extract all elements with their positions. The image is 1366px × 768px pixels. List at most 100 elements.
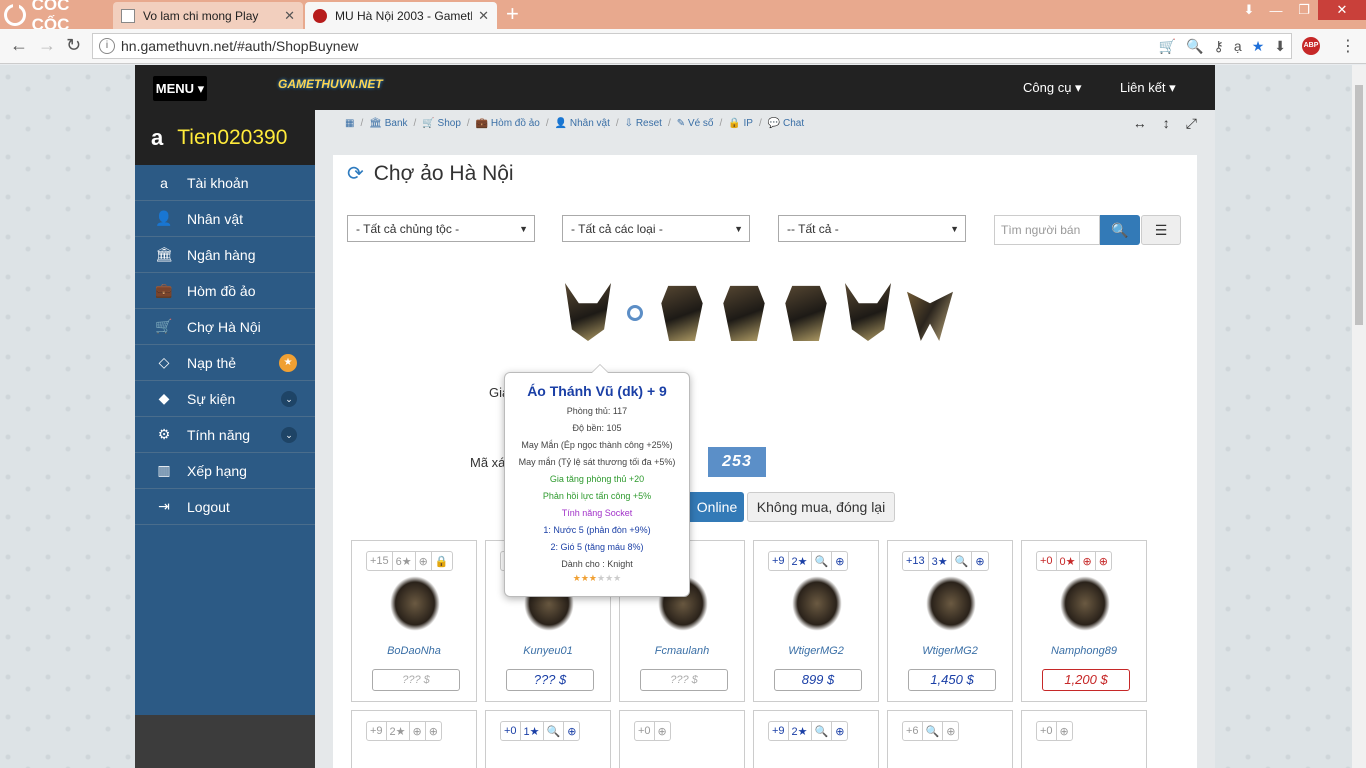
- item-card-action-icon[interactable]: 🔍: [923, 722, 944, 740]
- close-window-icon[interactable]: ✕: [1318, 0, 1366, 20]
- browser-tab-1[interactable]: Vo lam chi mong Play ✕: [113, 2, 303, 29]
- seller-name[interactable]: WtigerMG2: [754, 645, 878, 657]
- sidebar-item-market[interactable]: 🛒 Chợ Hà Nội: [135, 309, 315, 345]
- item-card-action-icon[interactable]: 🔒: [432, 552, 452, 570]
- item-card-action-icon[interactable]: ⊕: [655, 722, 670, 740]
- item-card[interactable]: +15 6★ ⊕ 🔒 BoDaoNha ??? $: [351, 540, 477, 702]
- item-image[interactable]: [792, 576, 842, 631]
- item-card-action-icon[interactable]: ⊕: [1096, 552, 1111, 570]
- item-gloves[interactable]: [783, 283, 829, 341]
- tools-dropdown[interactable]: Công cụ ▾: [1023, 80, 1082, 96]
- breadcrumb-reset[interactable]: ⇩ Reset: [625, 118, 662, 129]
- browser-menu-icon[interactable]: ⋮: [1340, 36, 1356, 56]
- adblock-icon[interactable]: ABP: [1302, 37, 1320, 55]
- sidebar-item-features[interactable]: ⚙ Tính năng ⌄: [135, 417, 315, 453]
- cancel-button[interactable]: Không mua, đóng lại: [747, 492, 895, 522]
- item-card-action-icon[interactable]: 🔍: [544, 722, 565, 740]
- item-card[interactable]: +9 2★ 🔍 ⊕ WtigerMG2 899 $: [753, 540, 879, 702]
- seller-search-input[interactable]: Tìm người bán: [994, 215, 1100, 245]
- item-price[interactable]: ??? $: [506, 669, 594, 691]
- item-price[interactable]: 899 $: [774, 669, 862, 691]
- maximize-icon[interactable]: ❐: [1290, 0, 1318, 20]
- item-card-action-icon[interactable]: 🔍: [952, 552, 973, 570]
- links-dropdown[interactable]: Liên kết ▾: [1120, 80, 1176, 96]
- minimize-icon[interactable]: —: [1262, 0, 1290, 20]
- close-tab-icon[interactable]: ✕: [478, 8, 489, 24]
- item-card[interactable]: +0 1★ 🔍 ⊕: [485, 710, 611, 768]
- item-card[interactable]: +13 3★ 🔍 ⊕ WtigerMG2 1,450 $: [887, 540, 1013, 702]
- item-card[interactable]: +0 0★ ⊕ ⊕ Namphong89 1,200 $: [1021, 540, 1147, 702]
- seller-name[interactable]: Kunyeu01: [486, 645, 610, 657]
- item-card-action-icon[interactable]: 3★: [929, 552, 952, 570]
- item-card-action-icon[interactable]: ⊕: [410, 722, 426, 740]
- item-price[interactable]: ??? $: [640, 669, 728, 691]
- item-helm[interactable]: [907, 283, 953, 341]
- item-card-action-icon[interactable]: 6★: [393, 552, 416, 570]
- reload-icon[interactable]: ↻: [66, 35, 81, 56]
- breadcrumb-lottery[interactable]: ✎ Vé số: [677, 118, 714, 129]
- item-ring[interactable]: [627, 305, 643, 321]
- item-card-action-icon[interactable]: 2★: [387, 722, 410, 740]
- item-card-action-icon[interactable]: ⊕: [416, 552, 432, 570]
- item-card-action-icon[interactable]: ⊕: [832, 722, 847, 740]
- shopping-cart-icon[interactable]: 🛒: [1159, 38, 1176, 55]
- zoom-icon[interactable]: 🔍: [1186, 38, 1203, 55]
- item-card-action-icon[interactable]: 🔍: [812, 552, 833, 570]
- item-boots[interactable]: [845, 283, 891, 341]
- item-armor-large[interactable]: [565, 283, 611, 341]
- sidebar-item-vault[interactable]: 💼 Hòm đồ ảo: [135, 273, 315, 309]
- item-image[interactable]: [1060, 576, 1110, 631]
- item-price[interactable]: 1,200 $: [1042, 669, 1130, 691]
- sidebar-item-character[interactable]: 👤 Nhân vật: [135, 201, 315, 237]
- item-card[interactable]: +0 ⊕: [619, 710, 745, 768]
- item-card-action-icon[interactable]: ⊕: [564, 722, 579, 740]
- buy-button[interactable]: Online: [690, 492, 744, 522]
- seller-name[interactable]: WtigerMG2: [888, 645, 1012, 657]
- item-card-action-icon[interactable]: 1★: [521, 722, 544, 740]
- breadcrumb-character[interactable]: 👤 Nhân vật: [555, 118, 610, 129]
- breadcrumb-ip[interactable]: 🔒 IP: [728, 118, 753, 129]
- download-window-icon[interactable]: ⬇: [1236, 0, 1262, 20]
- item-card-action-icon[interactable]: ⊕: [1080, 552, 1096, 570]
- item-card-action-icon[interactable]: 0★: [1057, 552, 1080, 570]
- breadcrumb-chat[interactable]: 💬 Chat: [768, 118, 804, 129]
- seller-name[interactable]: BoDaoNha: [352, 645, 476, 657]
- refresh-icon[interactable]: ⟳: [347, 161, 364, 186]
- item-price[interactable]: ??? $: [372, 669, 460, 691]
- sidebar-item-bank[interactable]: 🏛 Ngân hàng: [135, 237, 315, 273]
- site-logo[interactable]: MU GAMETHUVN.NET: [278, 69, 383, 94]
- item-card[interactable]: +0 ⊕: [1021, 710, 1147, 768]
- calendar-icon[interactable]: ▦: [345, 118, 354, 129]
- sidebar-item-logout[interactable]: ⇥ Logout: [135, 489, 315, 525]
- item-card-action-icon[interactable]: ⊕: [426, 722, 441, 740]
- menu-button[interactable]: MENU ▾: [153, 76, 207, 101]
- type-filter-select[interactable]: - Tất cả các loại - ▼: [562, 215, 750, 242]
- chevron-down-icon[interactable]: ⌄: [281, 426, 297, 443]
- forward-icon[interactable]: →: [38, 35, 56, 56]
- item-card[interactable]: +9 2★ ⊕ ⊕: [351, 710, 477, 768]
- item-image[interactable]: [926, 576, 976, 631]
- fullscreen-icon[interactable]: ⤢: [1186, 115, 1197, 132]
- sidebar-item-account[interactable]: a Tài khoản: [135, 165, 315, 201]
- item-card[interactable]: +6 🔍 ⊕: [887, 710, 1013, 768]
- item-card[interactable]: +9 2★ 🔍 ⊕: [753, 710, 879, 768]
- breadcrumb-vault[interactable]: 💼 Hòm đồ ảo: [476, 118, 540, 129]
- item-card-action-icon[interactable]: 2★: [789, 552, 812, 570]
- scrollbar[interactable]: [1352, 65, 1366, 768]
- close-tab-icon[interactable]: ✕: [284, 8, 295, 24]
- expand-vertical-icon[interactable]: ↕: [1163, 115, 1170, 132]
- browser-tab-2[interactable]: MU Hà Nội 2003 - Gamethuvn ✕: [305, 2, 497, 29]
- race-filter-select[interactable]: - Tất cả chủng tộc - ▼: [347, 215, 535, 242]
- back-icon[interactable]: ←: [10, 35, 28, 56]
- scrollbar-thumb[interactable]: [1355, 85, 1363, 325]
- all-filter-select[interactable]: -- Tất cả - ▼: [778, 215, 966, 242]
- sidebar-item-ranking[interactable]: ▥ Xếp hạng: [135, 453, 315, 489]
- expand-horizontal-icon[interactable]: ↔: [1133, 115, 1147, 132]
- url-field[interactable]: i hn.gamethuvn.net/#auth/ShopBuynew: [92, 33, 1292, 59]
- browser-brand[interactable]: CỐC CỐC: [0, 0, 110, 34]
- item-card-action-icon[interactable]: 🔍: [812, 722, 833, 740]
- sidebar-item-events[interactable]: ◆ Sự kiện ⌄: [135, 381, 315, 417]
- item-image[interactable]: [390, 576, 440, 631]
- bookmark-star-icon[interactable]: ★: [1252, 38, 1265, 55]
- translate-icon[interactable]: ạ: [1234, 38, 1242, 55]
